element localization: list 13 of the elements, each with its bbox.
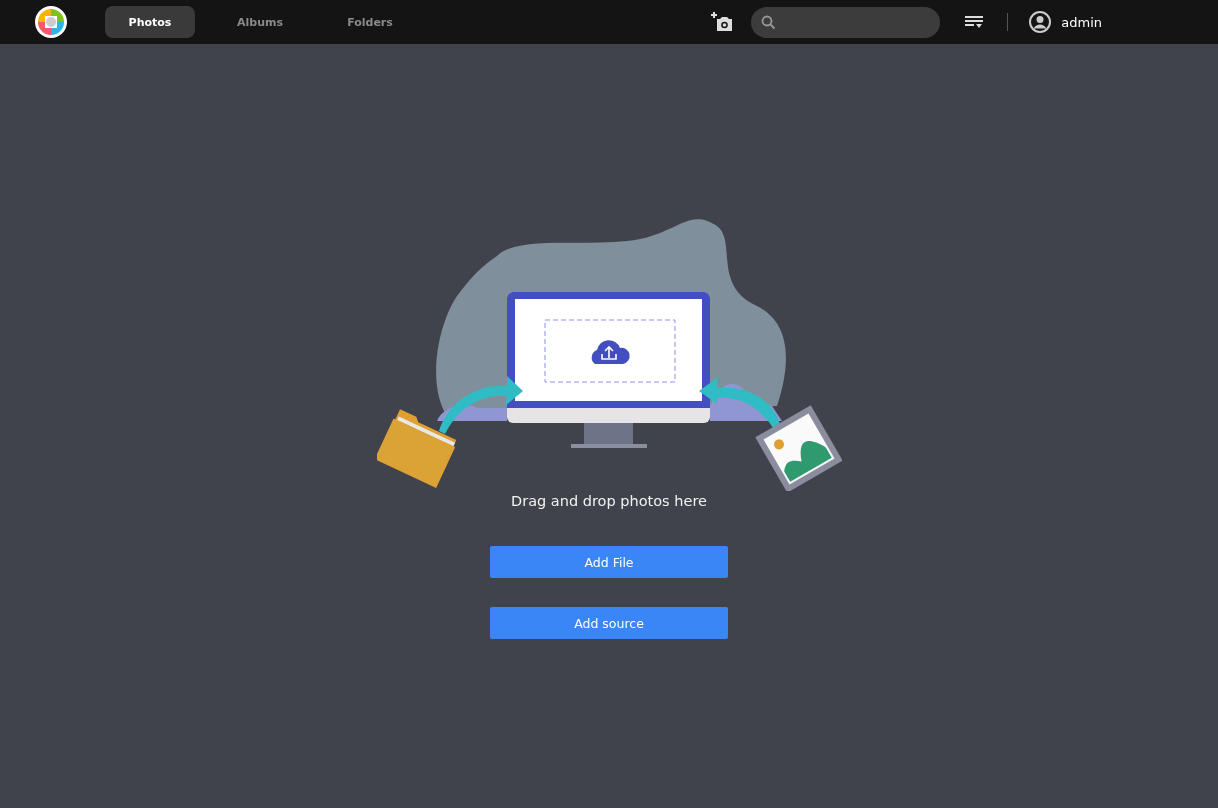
sort-filter-icon[interactable] (965, 16, 984, 28)
nav-tab[interactable]: Photos (105, 6, 195, 38)
add-button[interactable]: Add source (490, 607, 728, 639)
search-icon (761, 14, 777, 30)
user-name[interactable]: admin (1061, 14, 1102, 30)
nav-tab[interactable]: Albums (215, 6, 305, 38)
search-field[interactable] (751, 6, 941, 38)
add-camera-icon[interactable] (710, 11, 735, 33)
add-button[interactable]: Add File (490, 546, 728, 578)
drop-message: Drag and drop photos here (511, 493, 707, 509)
nav-tab[interactable]: Folders (325, 6, 415, 38)
user-avatar-icon[interactable] (1029, 11, 1052, 33)
app-logo-icon[interactable] (35, 6, 67, 38)
